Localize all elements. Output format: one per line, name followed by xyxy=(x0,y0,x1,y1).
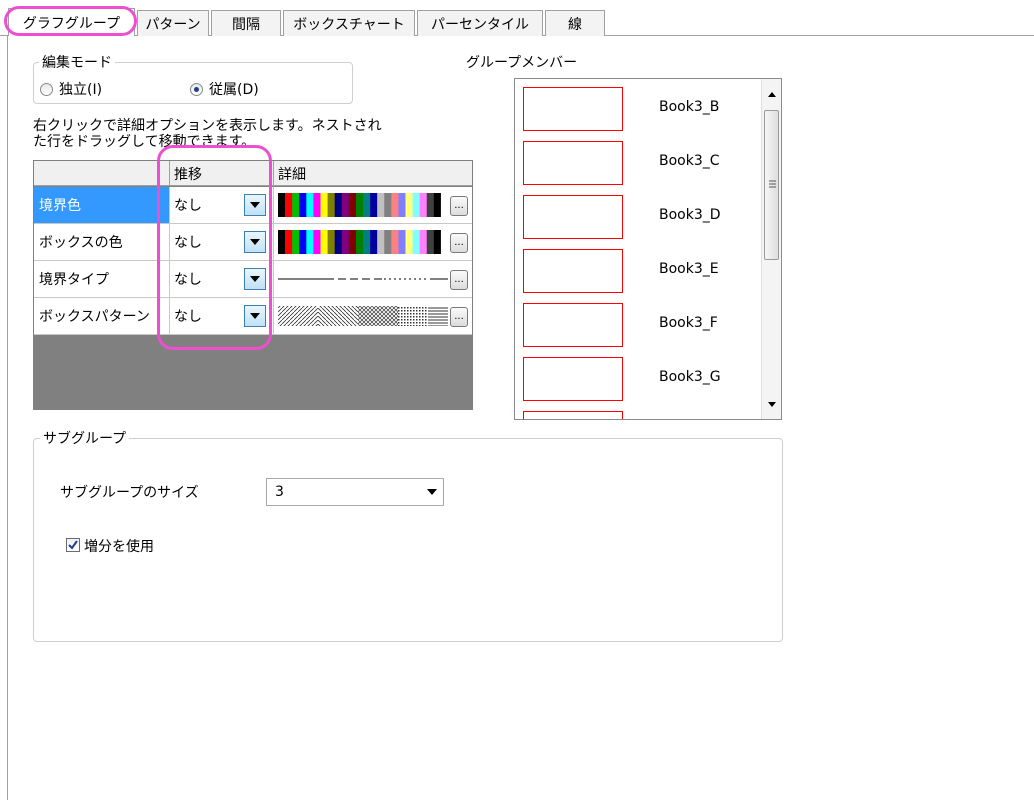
tab-percentile[interactable]: パーセンタイル xyxy=(417,10,543,36)
list-item[interactable]: Book3_H xyxy=(523,411,758,419)
member-label: Book3_D xyxy=(659,207,721,223)
member-swatch xyxy=(523,195,623,239)
list-item[interactable]: Book3_B xyxy=(523,87,758,145)
tab-box-chart[interactable]: ボックスチャート xyxy=(283,10,415,36)
row-name: ボックスの色 xyxy=(34,224,170,260)
tab-line[interactable]: 線 xyxy=(545,10,605,36)
grid-row-border-color[interactable]: 境界色 なし ... xyxy=(34,187,472,224)
radio-dependent[interactable]: 従属(D) xyxy=(190,79,259,99)
subgroup-size-combo[interactable]: 3 xyxy=(266,478,444,506)
list-item[interactable]: Book3_E xyxy=(523,249,758,307)
member-label: Book3_G xyxy=(659,369,721,385)
header-detail[interactable]: 詳細 xyxy=(274,161,472,186)
grid-hint-line2: た行をドラッグして移動できます。 xyxy=(33,134,256,150)
tab-label: ボックスチャート xyxy=(293,16,405,33)
scrollbar-thumb[interactable] xyxy=(764,110,779,260)
member-label: Book3_E xyxy=(659,261,719,277)
use-increment-label: 増分を使用 xyxy=(84,539,154,555)
member-swatch xyxy=(523,249,623,293)
row-detail[interactable]: ... xyxy=(274,187,472,223)
tab-graph-group[interactable]: グラフグループ xyxy=(8,8,135,36)
edit-mode-title: 編集モード xyxy=(39,52,115,72)
use-increment-checkbox[interactable] xyxy=(66,538,80,552)
line-styles-preview xyxy=(278,278,448,280)
radio-button[interactable] xyxy=(190,82,203,96)
list-item[interactable]: Book3_G xyxy=(523,357,758,415)
grid-row-box-color[interactable]: ボックスの色 なし ... xyxy=(34,224,472,261)
member-label: Book3_B xyxy=(659,99,720,115)
subgroup-size-label: サブグループのサイズ xyxy=(60,485,199,501)
radio-label: 独立(I) xyxy=(59,82,103,98)
combo-value: なし xyxy=(174,198,202,214)
tab-interval[interactable]: 間隔 xyxy=(211,10,281,36)
radio-button[interactable] xyxy=(40,82,53,96)
header-transition[interactable]: 推移 xyxy=(170,161,274,186)
row-transition-combo[interactable]: なし xyxy=(170,187,274,223)
ellipsis-button[interactable]: ... xyxy=(450,307,468,327)
grid-row-border-type[interactable]: 境界タイプ なし ... xyxy=(34,261,472,298)
grid-hint-line1: 右クリックで詳細オプションを表示します。ネストされ xyxy=(33,118,382,134)
ellipsis-button[interactable]: ... xyxy=(450,270,468,290)
scroll-down-icon[interactable] xyxy=(765,397,779,411)
scroll-up-icon[interactable] xyxy=(765,87,779,101)
member-label: Book3_F xyxy=(659,315,718,331)
row-name: 境界タイプ xyxy=(34,261,170,297)
group-options-grid[interactable]: 推移 詳細 境界色 なし ... ボックスの色 なし ... 境界タイプ なし xyxy=(33,160,473,410)
row-detail[interactable]: ... xyxy=(274,298,472,334)
ellipsis-button[interactable]: ... xyxy=(450,233,468,253)
subgroup-size-value: 3 xyxy=(275,484,284,500)
tab-label: グラフグループ xyxy=(22,15,121,32)
combo-value: なし xyxy=(174,272,202,288)
header-detail-label: 詳細 xyxy=(278,166,306,183)
list-item[interactable]: Book3_D xyxy=(523,195,758,253)
color-swatches-preview xyxy=(278,193,448,217)
subgroup-title: サブグループ xyxy=(40,428,130,448)
header-transition-label: 推移 xyxy=(174,166,202,183)
ellipsis-button[interactable]: ... xyxy=(450,196,468,216)
tab-label: パーセンタイル xyxy=(431,16,529,33)
list-item[interactable]: Book3_C xyxy=(523,141,758,199)
member-swatch xyxy=(523,87,623,131)
row-transition-combo[interactable]: なし xyxy=(170,298,274,334)
row-name: ボックスパターン xyxy=(34,298,170,334)
member-swatch xyxy=(523,141,623,185)
grid-header: 推移 詳細 xyxy=(34,161,472,186)
header-name xyxy=(34,161,170,186)
member-label: Book3_C xyxy=(659,153,720,169)
row-detail[interactable]: ... xyxy=(274,224,472,260)
chevron-down-icon[interactable] xyxy=(425,485,439,499)
combo-value: なし xyxy=(174,235,202,251)
member-swatch xyxy=(523,357,623,401)
grid-row-box-pattern[interactable]: ボックスパターン なし ... xyxy=(34,298,472,335)
row-transition-combo[interactable]: なし xyxy=(170,261,274,297)
tab-label: 間隔 xyxy=(232,16,260,33)
dropdown-arrow-icon[interactable] xyxy=(244,268,266,290)
group-members-title: グループメンバー xyxy=(466,55,578,71)
radio-independent[interactable]: 独立(I) xyxy=(40,79,102,99)
tab-label: パターン xyxy=(145,16,201,33)
fill-patterns-preview xyxy=(278,306,448,326)
list-item[interactable]: Book3_F xyxy=(523,303,758,361)
dropdown-arrow-icon[interactable] xyxy=(244,231,266,253)
member-swatch xyxy=(523,303,623,347)
dropdown-arrow-icon[interactable] xyxy=(244,305,266,327)
color-swatches-preview xyxy=(278,230,448,254)
combo-value: なし xyxy=(174,309,202,325)
row-name: 境界色 xyxy=(34,187,170,223)
row-transition-combo[interactable]: なし xyxy=(170,224,274,260)
group-members-list[interactable]: Book3_B Book3_C Book3_D Book3_E Book3_F Book3… xyxy=(514,78,782,420)
checkmark-icon xyxy=(68,540,78,550)
pane-border xyxy=(7,36,8,800)
tab-label: 線 xyxy=(568,16,582,33)
radio-label: 従属(D) xyxy=(209,82,259,98)
tab-pattern[interactable]: パターン xyxy=(137,10,209,36)
vertical-scrollbar[interactable] xyxy=(761,79,781,419)
dropdown-arrow-icon[interactable] xyxy=(244,194,266,216)
member-swatch xyxy=(523,411,623,419)
tab-bar: グラフグループ パターン 間隔 ボックスチャート パーセンタイル 線 xyxy=(0,0,1034,40)
row-detail[interactable]: ... xyxy=(274,261,472,297)
